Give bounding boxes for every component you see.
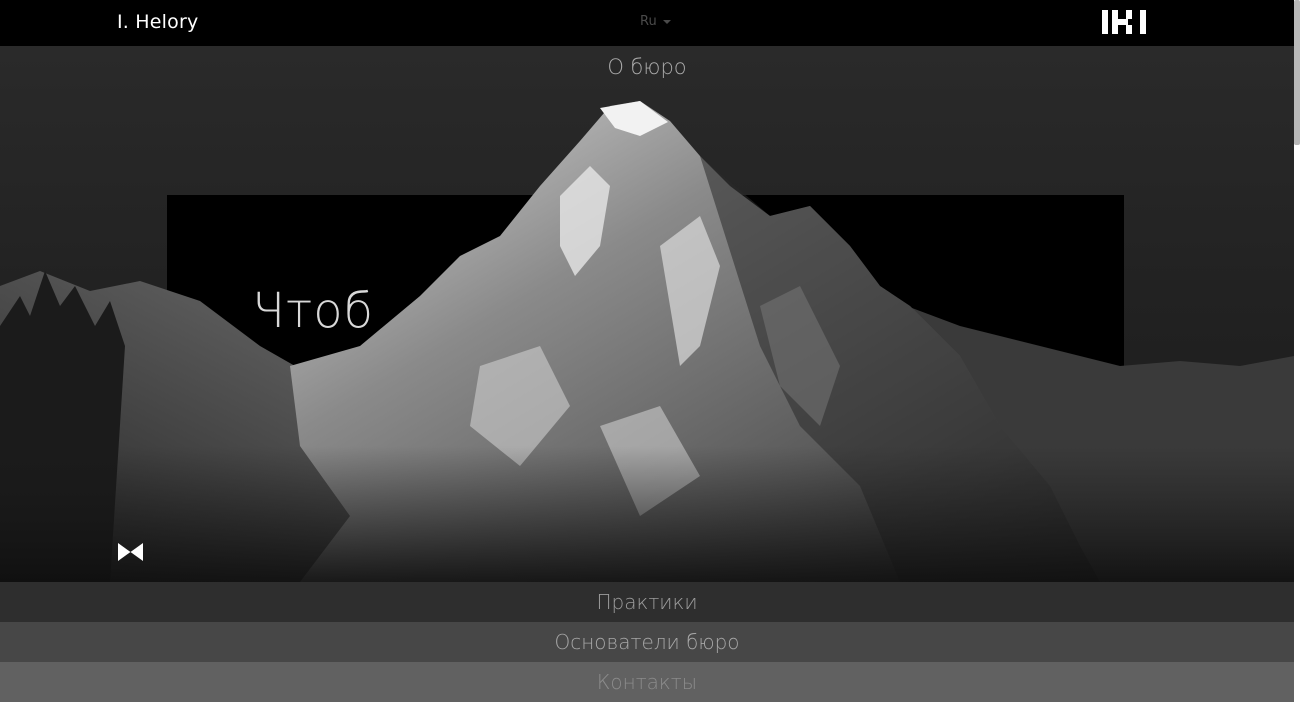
caret-down-icon — [662, 19, 671, 24]
section-title-about[interactable]: О бюро — [0, 55, 1294, 79]
scrollbar-thumb[interactable] — [1294, 0, 1300, 145]
language-label: Ru — [640, 14, 657, 29]
section-contacts[interactable]: Контакты — [0, 662, 1294, 702]
hero-section: О бюро Чтоб — [0, 46, 1294, 582]
bowtie-play-icon[interactable] — [117, 542, 144, 562]
language-dropdown[interactable]: Ru — [640, 14, 671, 29]
section-practices[interactable]: Практики — [0, 582, 1294, 622]
section-founders[interactable]: Основатели бюро — [0, 622, 1294, 662]
mountain-image — [0, 101, 1294, 582]
brand-link[interactable]: I. Helory — [117, 11, 198, 33]
top-navbar: I. Helory Ru — [0, 0, 1294, 46]
ihi-monogram-icon[interactable] — [1102, 10, 1146, 34]
